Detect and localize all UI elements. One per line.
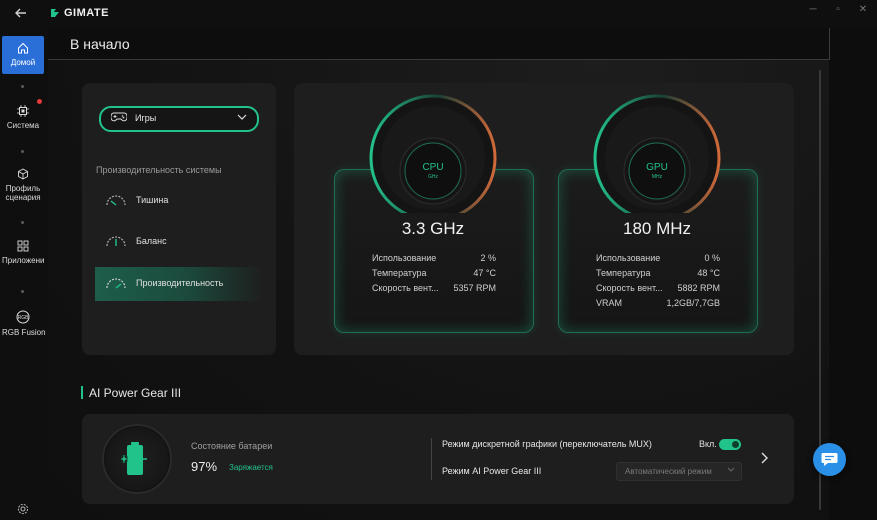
- battery-indicator: [102, 424, 172, 494]
- section-title: AI Power Gear III: [89, 386, 182, 400]
- performance-option-balance[interactable]: Баланс: [95, 225, 263, 259]
- stat-label: Скорость вент...: [596, 283, 663, 293]
- separator-dot: [21, 85, 24, 88]
- vertical-divider: [829, 28, 830, 60]
- ai-power-gear-mode-label: Режим AI Power Gear III: [442, 466, 542, 476]
- cpu-frequency-value: 3.3 GHz: [401, 219, 465, 238]
- sidebar-item-apps[interactable]: Приложения: [2, 240, 44, 265]
- speedometer-icon: [106, 195, 126, 206]
- sidebar-item-home[interactable]: Домой: [2, 36, 44, 74]
- title-bar: GIMATE ─ ▫ ✕: [0, 0, 877, 28]
- cpu-stat-usage: Использование 2 %: [372, 253, 496, 263]
- brand-name: GIMATE: [64, 7, 109, 19]
- panel-divider: [431, 438, 432, 480]
- gpu-gauge: [593, 94, 721, 213]
- sidebar-item-rgb-fusion[interactable]: RGB RGB Fusion: [2, 310, 46, 337]
- chevron-right-icon[interactable]: [760, 452, 768, 464]
- sidebar-item-system[interactable]: Система: [2, 105, 44, 130]
- gpu-unit: MHz: [651, 174, 663, 180]
- notification-badge: [37, 99, 42, 104]
- stat-label: Скорость вент...: [372, 283, 439, 293]
- separator-dot: [21, 290, 24, 293]
- performance-option-silent[interactable]: Тишина: [95, 184, 263, 218]
- stat-value: 5357 RPM: [453, 283, 496, 293]
- gigabyte-logo-icon: [50, 8, 60, 18]
- cpu-unit: GHz: [428, 174, 438, 180]
- cpu-gauge: [369, 94, 497, 213]
- dropdown-value: Автоматический режим: [625, 467, 712, 476]
- cpu-stat-fan-speed: Скорость вент... 5357 RPM: [372, 283, 496, 293]
- battery-charging-state: Заряжается: [229, 463, 273, 472]
- sidebar-item-label: Система: [6, 121, 40, 130]
- mux-state-label: Вкл.: [699, 439, 717, 449]
- chat-bubble-icon: [821, 453, 838, 466]
- rgb-fusion-icon: RGB: [16, 310, 30, 324]
- sidebar-item-scenario-profile[interactable]: Профиль сценария: [2, 168, 44, 202]
- stat-label: Температура: [372, 268, 427, 278]
- stat-value: 47 °C: [473, 268, 496, 278]
- svg-text:RGB: RGB: [18, 315, 30, 321]
- performance-section-label: Производительность системы: [96, 165, 222, 175]
- back-arrow-icon[interactable]: [14, 6, 32, 22]
- gpu-stat-fan-speed: Скорость вент... 5882 RPM: [596, 283, 720, 293]
- ai-power-gear-panel: Состояние батареи 97% Заряжается Режим д…: [82, 414, 794, 504]
- cpu-stat-temperature: Температура 47 °C: [372, 268, 496, 278]
- battery-charging-icon: [121, 442, 147, 475]
- stat-label: VRAM: [596, 298, 623, 308]
- chevron-down-icon: [727, 467, 735, 472]
- stat-value: 5882 RPM: [677, 283, 720, 293]
- battery-status-label: Состояние батареи: [191, 441, 273, 451]
- separator-dot: [21, 150, 24, 153]
- stat-label: Использование: [596, 253, 661, 263]
- performance-option-label: Баланс: [136, 236, 167, 246]
- app-logo: GIMATE: [50, 7, 109, 19]
- gpu-stat-vram: VRAM 1,2GB/7,7GB: [596, 298, 720, 308]
- sidebar-item-label: Приложения: [2, 256, 44, 265]
- performance-profile-panel: Игры Производительность системы Тишина Б…: [82, 83, 276, 355]
- home-icon: [18, 42, 28, 54]
- scenario-mode-dropdown[interactable]: Игры: [99, 106, 259, 132]
- sidebar-item-label: RGB Fusion: [2, 328, 46, 337]
- minimize-icon[interactable]: ─: [805, 4, 821, 15]
- gear-icon[interactable]: [17, 502, 29, 520]
- apps-grid-icon: [17, 240, 29, 252]
- speedometer-icon: [106, 236, 126, 247]
- stat-value: 48 °C: [697, 268, 720, 278]
- mux-toggle[interactable]: [719, 439, 741, 450]
- mux-switch-label: Режим дискретной графики (переключатель …: [442, 439, 652, 449]
- chevron-down-icon: [237, 114, 247, 120]
- stat-value: 0 %: [704, 253, 720, 263]
- stat-value: 2 %: [480, 253, 496, 263]
- sidebar-item-label: Домой: [10, 58, 36, 67]
- performance-option-label: Тишина: [136, 195, 169, 205]
- restore-icon[interactable]: ▫: [830, 4, 846, 15]
- toggle-knob: [732, 441, 739, 448]
- selected-mode-value: Игры: [135, 113, 157, 123]
- chip-icon: [17, 105, 29, 117]
- cube-icon: [18, 168, 28, 180]
- title-divider: [48, 59, 829, 60]
- section-accent-bar: [81, 386, 83, 399]
- gpu-stat-usage: Использование 0 %: [596, 253, 720, 263]
- speedometer-icon: [106, 278, 126, 289]
- gamepad-icon: [111, 112, 127, 122]
- page-title: В начало: [70, 36, 130, 52]
- cpu-label: CPU: [422, 162, 444, 173]
- ai-power-gear-mode-dropdown[interactable]: Автоматический режим: [616, 462, 742, 481]
- stat-label: Температура: [596, 268, 651, 278]
- stat-value: 1,2GB/7,7GB: [666, 298, 720, 308]
- separator-dot: [21, 221, 24, 224]
- gpu-frequency-value: 180 MHz: [622, 219, 692, 238]
- performance-option-performance[interactable]: Производительность: [95, 267, 263, 301]
- battery-percent: 97%: [191, 459, 218, 474]
- stat-label: Использование: [372, 253, 437, 263]
- chat-support-button[interactable]: [813, 443, 846, 476]
- performance-option-label: Производительность: [136, 278, 224, 288]
- sidebar: Домой Система Профиль сценария Приложени…: [0, 28, 48, 520]
- hardware-monitor-panel: CPU GHz 3.3 GHz Использование 2 % Темпер…: [294, 83, 794, 355]
- gpu-stat-temperature: Температура 48 °C: [596, 268, 720, 278]
- sidebar-item-label: Профиль сценария: [5, 184, 41, 202]
- gpu-label: GPU: [646, 162, 668, 173]
- close-icon[interactable]: ✕: [855, 4, 871, 15]
